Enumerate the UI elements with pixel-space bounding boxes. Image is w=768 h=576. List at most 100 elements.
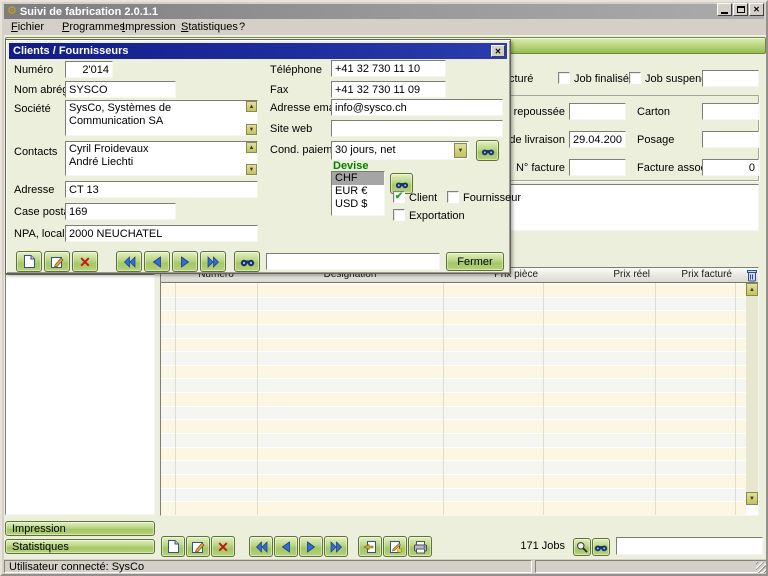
table-row[interactable] (161, 297, 746, 311)
table-row[interactable] (161, 392, 746, 406)
menu-impression[interactable]: Impression (122, 21, 181, 33)
table-row[interactable] (161, 488, 746, 502)
job-finalise-checkbox[interactable] (558, 72, 570, 84)
dialog-search-button[interactable] (234, 251, 260, 272)
fermer-button[interactable]: Fermer (446, 252, 504, 271)
dialog-titlebar[interactable]: Clients / Fournisseurs ✕ (9, 43, 507, 59)
table-row[interactable] (161, 365, 746, 379)
table-row[interactable] (161, 378, 746, 392)
next-record-button[interactable] (299, 536, 323, 557)
report-job-button[interactable] (383, 536, 407, 557)
dialog-first-button[interactable] (116, 251, 142, 272)
npa-localite-field[interactable] (65, 225, 258, 242)
maximize-button[interactable] (733, 3, 748, 16)
status-user-panel: Utilisateur connecté: SysCo (4, 560, 532, 573)
fournisseur-checkbox[interactable] (447, 191, 459, 203)
date-livraison-field[interactable] (569, 131, 626, 148)
contacts-scroll-up[interactable]: ▲ (246, 142, 257, 153)
filter-search-button[interactable] (573, 538, 591, 556)
table-scrollbar[interactable]: ▲ ▼ (746, 283, 758, 515)
client-checkbox[interactable]: ✔ (393, 191, 405, 203)
scroll-up-button[interactable]: ▲ (746, 283, 758, 296)
societe-field[interactable]: SysCo, Systèmes de Communication SA (65, 100, 258, 136)
devise-option-eur[interactable]: EUR € (332, 185, 384, 198)
cond-paiement-search-button[interactable] (476, 140, 499, 161)
numero-facture-field[interactable] (569, 159, 626, 176)
job-status-field[interactable] (702, 70, 759, 87)
livraison-repoussee-field[interactable] (569, 103, 626, 120)
email-field[interactable] (331, 99, 503, 116)
dropdown-arrow-icon[interactable]: ▼ (454, 143, 467, 158)
arrow-up-icon: ▲ (249, 104, 255, 110)
contacts-field[interactable]: Cyril Froidevaux André Liechti (65, 141, 258, 176)
carton-field[interactable] (702, 103, 759, 120)
previous-record-button[interactable] (274, 536, 298, 557)
first-record-button[interactable] (249, 536, 273, 557)
edit-job-button[interactable] (186, 536, 210, 557)
menu-fichier[interactable]: Fichier (11, 21, 62, 33)
menu-programmes[interactable]: Programmes (62, 21, 122, 33)
adresse-field[interactable] (65, 181, 258, 198)
export-job-button[interactable] (358, 536, 382, 557)
left-list-panel[interactable] (5, 274, 155, 515)
site-web-field[interactable] (331, 120, 503, 137)
case-postale-field[interactable] (65, 203, 176, 220)
resize-grip[interactable] (756, 562, 767, 573)
table-row[interactable] (161, 419, 746, 433)
societe-scroll-up[interactable]: ▲ (246, 101, 257, 112)
dialog-delete-button[interactable]: ✕ (72, 251, 98, 272)
table-row[interactable] (161, 351, 746, 365)
magnifier-icon (576, 541, 588, 553)
devise-option-usd[interactable]: USD $ (332, 198, 384, 211)
facture-associee-field[interactable] (702, 159, 759, 176)
numero-field[interactable] (65, 61, 113, 78)
posage-field[interactable] (702, 131, 759, 148)
minimize-button[interactable] (717, 3, 732, 16)
table-row[interactable] (161, 447, 746, 461)
window-titlebar[interactable]: ⚙ Suivi de fabrication 2.0.1.1 (4, 4, 764, 19)
dialog-edit-button[interactable] (44, 251, 70, 272)
table-row[interactable] (161, 501, 746, 515)
societe-scroll-down[interactable]: ▼ (246, 124, 257, 135)
table-row[interactable] (161, 474, 746, 488)
last-record-button[interactable] (324, 536, 348, 557)
column-header-delete[interactable] (735, 268, 758, 282)
table-row[interactable] (161, 433, 746, 447)
nom-abrege-field[interactable] (65, 81, 176, 98)
delete-job-button[interactable]: ✕ (211, 536, 235, 557)
exportation-checkbox[interactable] (393, 209, 405, 221)
scroll-down-button[interactable]: ▼ (746, 492, 758, 505)
devise-listbox[interactable]: CHF EUR € USD $ (331, 171, 385, 216)
dialog-search-input[interactable] (266, 253, 440, 270)
table-row[interactable] (161, 460, 746, 474)
close-button[interactable]: ✕ (749, 3, 764, 16)
menu-statistiques[interactable]: Statistiques (181, 21, 239, 33)
contacts-scroll-down[interactable]: ▼ (246, 164, 257, 175)
sidebar-item-statistiques[interactable]: Statistiques (5, 539, 155, 554)
column-header-prix-facture[interactable]: Prix facturé (655, 268, 735, 282)
dialog-last-button[interactable] (200, 251, 226, 272)
table-row[interactable] (161, 283, 746, 297)
table-row[interactable] (161, 324, 746, 338)
devise-option-chf[interactable]: CHF (332, 172, 384, 185)
fax-field[interactable] (331, 81, 446, 98)
search-jobs-button[interactable] (592, 538, 610, 556)
job-suspendu-checkbox[interactable] (629, 72, 641, 84)
dialog-close-button[interactable]: ✕ (491, 45, 505, 57)
posage-label: Posage (637, 134, 674, 146)
sidebar-item-impression[interactable]: Impression (5, 521, 155, 536)
new-job-button[interactable] (161, 536, 185, 557)
table-row[interactable] (161, 406, 746, 420)
jobs-search-input[interactable] (616, 537, 763, 555)
table-row[interactable] (161, 338, 746, 352)
cond-paiement-select[interactable]: 30 jours, net ▼ (331, 141, 469, 160)
table-row[interactable] (161, 310, 746, 324)
new-icon (167, 539, 180, 554)
dialog-next-button[interactable] (172, 251, 198, 272)
dialog-previous-button[interactable] (144, 251, 170, 272)
telephone-field[interactable] (331, 60, 446, 77)
dialog-new-button[interactable] (16, 251, 42, 272)
menu-help[interactable]: ? (239, 21, 257, 33)
column-header-prix-reel[interactable]: Prix réel (543, 268, 655, 282)
print-jobs-button[interactable] (408, 536, 432, 557)
